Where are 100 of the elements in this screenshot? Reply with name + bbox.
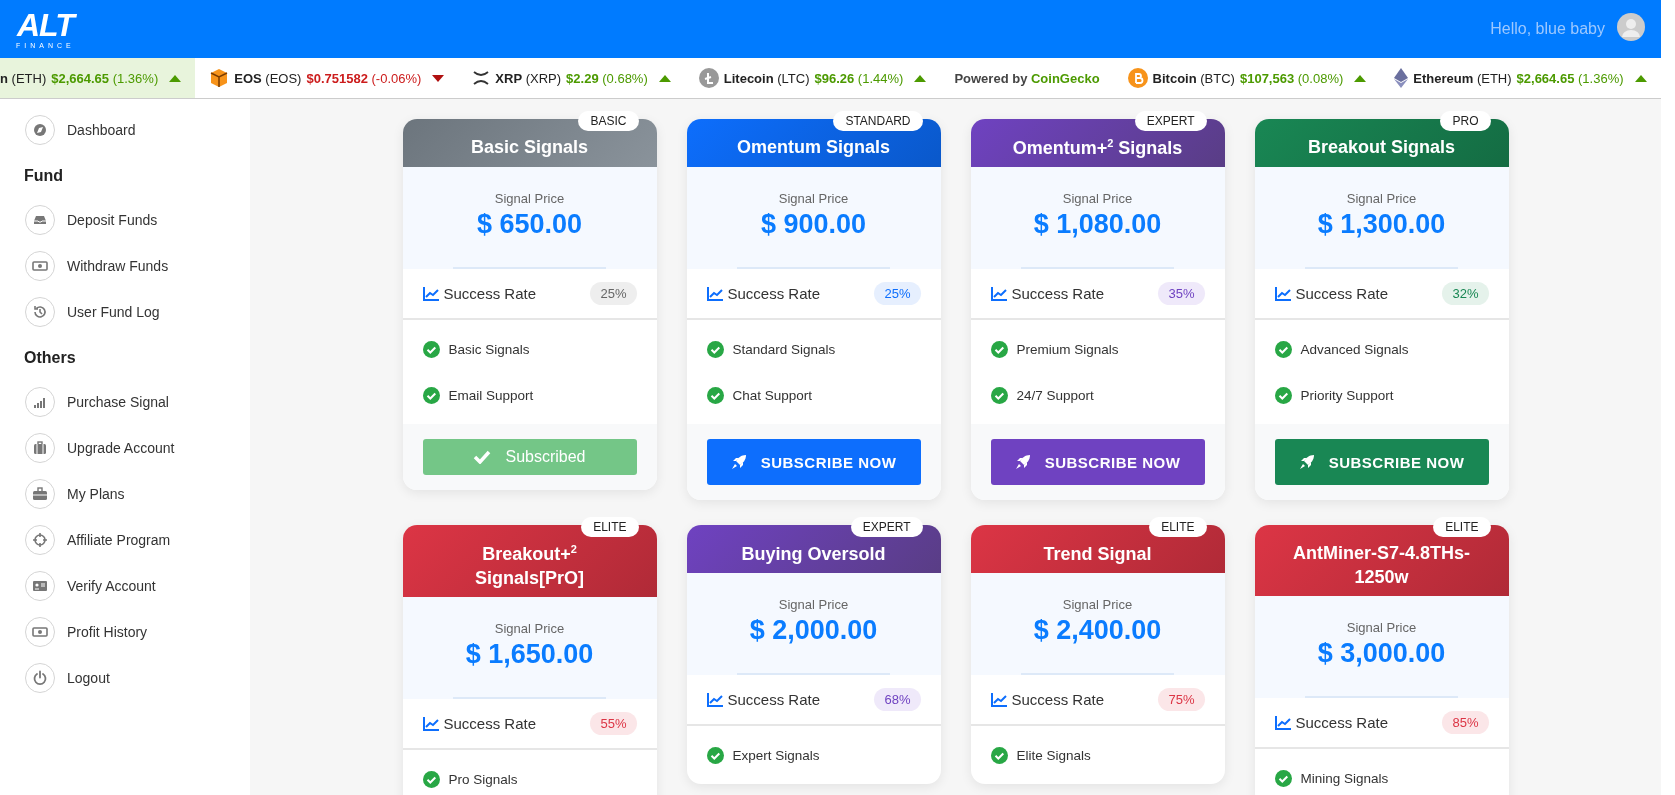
rate-value: 25% <box>590 282 637 305</box>
plan-title: Basic Signals <box>470 136 589 160</box>
sidebar-item[interactable]: Upgrade Account <box>0 425 250 471</box>
plan-title: Omentum Signals <box>737 136 890 160</box>
sidebar-item[interactable]: User Fund Log <box>0 289 250 335</box>
check-icon <box>706 340 724 358</box>
sidebar-item[interactable]: Purchase Signal <box>0 379 250 425</box>
greeting-text: Hello, blue baby <box>1490 20 1605 38</box>
coin-name: Ethereum (ETH) <box>1413 70 1512 86</box>
price-value: $ 650.00 <box>475 209 584 240</box>
feature-text: Advanced Signals <box>1300 341 1409 357</box>
price-label: Signal Price <box>1345 191 1418 206</box>
diamond-icon <box>1394 68 1409 88</box>
coin-price: $2,664.65 (1.36%) <box>51 70 159 86</box>
price-value: $ 3,000.00 <box>1316 638 1447 670</box>
price-label: Signal Price <box>777 191 850 206</box>
chart-icon <box>1274 715 1291 730</box>
check-icon <box>1274 769 1292 787</box>
chart-icon <box>706 286 723 301</box>
section-heading: Fund <box>23 166 65 186</box>
price-value: $ 1,650.00 <box>464 639 595 671</box>
sidebar-item[interactable]: Verify Account <box>0 563 250 609</box>
coin-name: Bitcoin (BTC) <box>1152 70 1235 86</box>
check-icon <box>473 450 492 464</box>
coin-name: n (ETH) <box>0 70 47 86</box>
ticker-item[interactable]: Ethereum (ETH) $2,664.65 (1.36%) <box>1380 58 1661 98</box>
tier-label: BASIC <box>578 111 639 131</box>
rate-label: Success Rate <box>727 691 821 709</box>
price-label: Signal Price <box>493 621 566 637</box>
feature-text: Mining Signals <box>1300 770 1389 786</box>
check-icon <box>990 386 1008 404</box>
tier-label: EXPERT <box>1134 111 1207 131</box>
sidebar-item[interactable]: Withdraw Funds <box>0 243 250 289</box>
price-label: Signal Price <box>777 597 850 613</box>
sidebar-item[interactable]: Profit History <box>0 609 250 655</box>
ticker-item[interactable]: Litecoin (LTC) $96.26 (1.44%) <box>684 58 941 98</box>
plan-title: Trend Signal <box>1043 542 1152 566</box>
tier-label: STANDARD <box>833 111 923 131</box>
rate-label: Success Rate <box>1011 691 1105 709</box>
plan-title: Breakout+$^{2}$ Signals[PrO] <box>474 542 585 590</box>
rate-label: Success Rate <box>443 715 537 733</box>
chart-icon <box>422 716 439 731</box>
chart-icon <box>706 692 723 707</box>
feature-text: Standard Signals <box>732 341 836 357</box>
coin-price: $2.29 (0.68%) <box>566 70 648 86</box>
price-label: Signal Price <box>493 191 566 206</box>
feature-text: Premium Signals <box>1016 341 1119 357</box>
subscribe-button[interactable]: SUBSCRIBE NOW <box>706 439 921 485</box>
section-heading: Others <box>23 348 77 368</box>
plan-title: Buying Oversold <box>741 542 886 566</box>
tier-label: PRO <box>1440 111 1491 131</box>
coin-icon <box>1127 68 1148 88</box>
check-icon <box>706 746 724 764</box>
rate-value: 68% <box>874 688 921 712</box>
price-label: Signal Price <box>1061 191 1134 207</box>
check-icon <box>1274 386 1292 404</box>
coin-icon <box>698 68 719 88</box>
rate-value: 25% <box>874 282 921 305</box>
ticker-item[interactable]: XRP (XRP) $2.29 (0.68%) <box>458 58 685 98</box>
check-icon <box>1274 340 1292 358</box>
rate-value: 32% <box>1442 282 1489 305</box>
price-value: $ 2,000.00 <box>748 615 879 647</box>
ticker-item[interactable]: EOS (EOS) $0.751582 (-0.06%) <box>195 58 459 98</box>
rate-value: 35% <box>1158 282 1205 306</box>
rate-label: Success Rate <box>727 285 821 302</box>
check-icon <box>990 746 1008 764</box>
feature-text: Pro Signals <box>448 771 518 787</box>
price-label: Signal Price <box>1061 597 1134 613</box>
tier-label: ELITE <box>1433 517 1491 538</box>
credit-text: Powered by CoinGecko <box>954 70 1100 86</box>
subscribe-button[interactable]: SUBSCRIBE NOW <box>990 439 1205 486</box>
subscribe-button[interactable]: SUBSCRIBE NOW <box>1274 439 1489 485</box>
sidebar-item[interactable]: Dashboard <box>0 107 250 153</box>
sidebar-item[interactable]: Deposit Funds <box>0 197 250 243</box>
check-icon <box>422 340 440 358</box>
ticker-item[interactable]: n (ETH) $2,664.65 (1.36%) <box>0 58 196 98</box>
sidebar-item[interactable]: Logout <box>0 655 250 701</box>
price-value: $ 900.00 <box>759 209 868 240</box>
rate-label: Success Rate <box>1295 714 1389 732</box>
coingecko-link[interactable]: CoinGecko <box>1030 70 1100 86</box>
coin-price: $96.26 (1.44%) <box>814 70 904 86</box>
plan-title: Omentum+$^{2}$ Signals <box>1012 136 1183 160</box>
feature-text: Email Support <box>448 387 534 403</box>
rate-value: 85% <box>1442 711 1489 735</box>
check-icon <box>990 340 1008 358</box>
sidebar-item[interactable]: My Plans <box>0 471 250 517</box>
tier-label: ELITE <box>581 517 639 538</box>
feature-text: Elite Signals <box>1016 747 1091 763</box>
ticker-item[interactable]: Bitcoin (BTC) $107,563 (0.08%) <box>1113 58 1381 98</box>
check-icon <box>706 386 724 404</box>
rate-label: Success Rate <box>443 285 537 302</box>
check-icon <box>422 386 440 404</box>
price-value: $ 1,080.00 <box>1032 209 1163 241</box>
tier-label: EXPERT <box>850 517 923 538</box>
sidebar-item[interactable]: Affiliate Program <box>0 517 250 563</box>
avatar-icon[interactable] <box>1617 13 1645 41</box>
feature-text: Chat Support <box>732 387 813 403</box>
cube-icon <box>209 68 230 88</box>
feature-text: Expert Signals <box>732 747 820 763</box>
coin-name: EOS (EOS) <box>234 70 302 86</box>
